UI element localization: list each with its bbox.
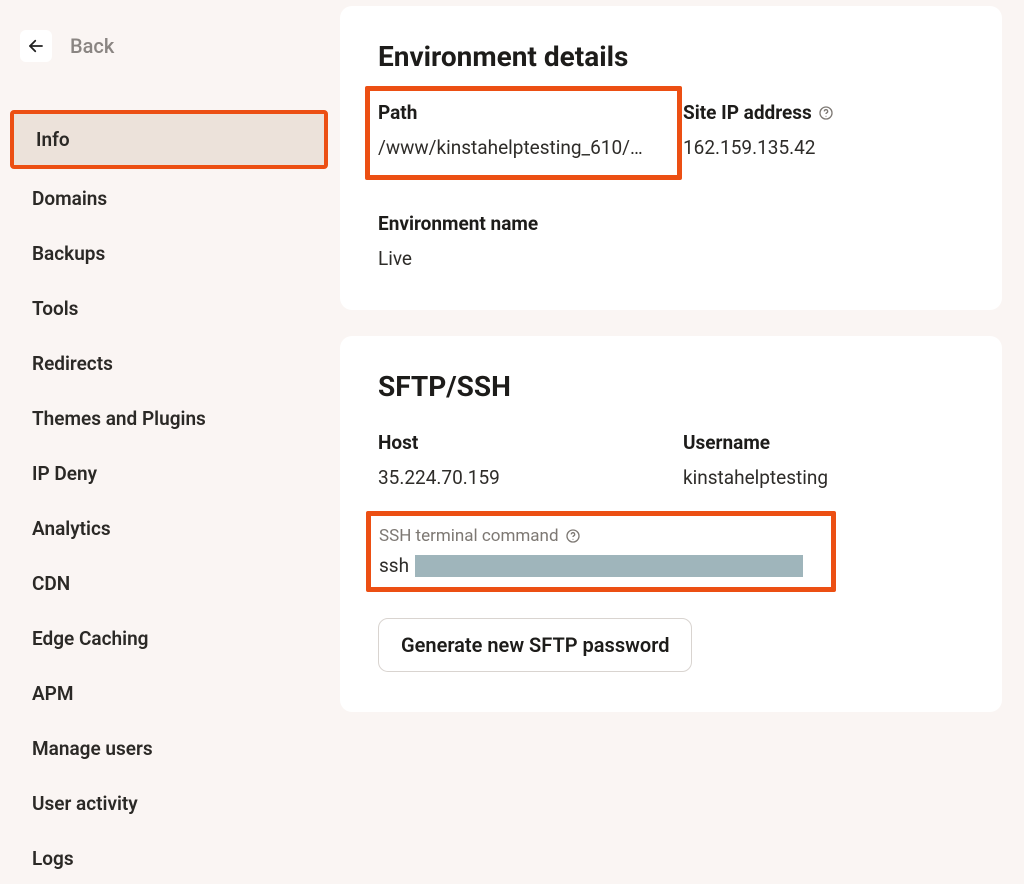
path-label: Path [378, 101, 659, 124]
sidebar: Back Info Domains Backups Tools Redirect… [0, 0, 340, 843]
environment-details-card: Environment details Path /www/kinstahelp… [340, 6, 1002, 310]
sidebar-item-logs[interactable]: Logs [10, 833, 330, 884]
path-field: Path /www/kinstahelptesting_610/… [378, 101, 659, 190]
sidebar-item-apm[interactable]: APM [10, 668, 330, 719]
site-ip-label: Site IP address [683, 101, 964, 124]
username-field: Username kinstahelptesting [683, 431, 964, 489]
site-ip-field: Site IP address 162.159.135.42 [683, 101, 964, 190]
sidebar-item-tools[interactable]: Tools [10, 283, 330, 334]
help-icon[interactable] [818, 105, 834, 121]
sidebar-item-ip-deny[interactable]: IP Deny [10, 448, 330, 499]
back-button[interactable] [20, 30, 52, 62]
sidebar-item-user-activity[interactable]: User activity [10, 778, 330, 829]
host-field: Host 35.224.70.159 [378, 431, 659, 489]
path-value: /www/kinstahelptesting_610/… [378, 136, 659, 159]
host-label: Host [378, 431, 659, 454]
help-icon[interactable] [565, 528, 581, 544]
sidebar-item-domains[interactable]: Domains [10, 173, 330, 224]
environment-name-field: Environment name Live [378, 212, 964, 270]
host-value: 35.224.70.159 [378, 466, 659, 489]
ssh-command-prefix: ssh [379, 554, 409, 577]
environment-details-title: Environment details [378, 40, 964, 73]
ssh-command-redacted [415, 555, 803, 577]
sftp-row-1: Host 35.224.70.159 Username kinstahelpte… [378, 431, 964, 489]
path-highlight: Path /www/kinstahelptesting_610/… [365, 86, 682, 180]
sidebar-item-info[interactable]: Info [10, 110, 328, 169]
sidebar-item-analytics[interactable]: Analytics [10, 503, 330, 554]
arrow-left-icon [27, 37, 45, 55]
site-ip-value: 162.159.135.42 [683, 136, 964, 159]
back-label: Back [70, 34, 114, 58]
environment-name-label: Environment name [378, 212, 964, 235]
username-value: kinstahelptesting [683, 466, 964, 489]
sidebar-item-manage-users[interactable]: Manage users [10, 723, 330, 774]
sidebar-item-cdn[interactable]: CDN [10, 558, 330, 609]
sidebar-item-backups[interactable]: Backups [10, 228, 330, 279]
username-label: Username [683, 431, 964, 454]
main-content: Environment details Path /www/kinstahelp… [340, 0, 1024, 843]
generate-sftp-password-button[interactable]: Generate new SFTP password [378, 618, 692, 672]
back-row: Back [0, 30, 340, 62]
sftp-ssh-title: SFTP/SSH [378, 370, 964, 403]
site-ip-label-text: Site IP address [683, 101, 812, 124]
ssh-command-label-text: SSH terminal command [379, 526, 559, 546]
ssh-command-highlight: SSH terminal command ssh [366, 511, 836, 592]
ssh-command-label: SSH terminal command [379, 526, 803, 546]
sidebar-item-edge-caching[interactable]: Edge Caching [10, 613, 330, 664]
sftp-ssh-card: SFTP/SSH Host 35.224.70.159 Username kin… [340, 336, 1002, 712]
ssh-command-value: ssh [379, 554, 803, 577]
sidebar-item-themes-and-plugins[interactable]: Themes and Plugins [10, 393, 330, 444]
sidebar-item-redirects[interactable]: Redirects [10, 338, 330, 389]
environment-name-value: Live [378, 247, 964, 270]
environment-row-1: Path /www/kinstahelptesting_610/… Site I… [378, 101, 964, 190]
